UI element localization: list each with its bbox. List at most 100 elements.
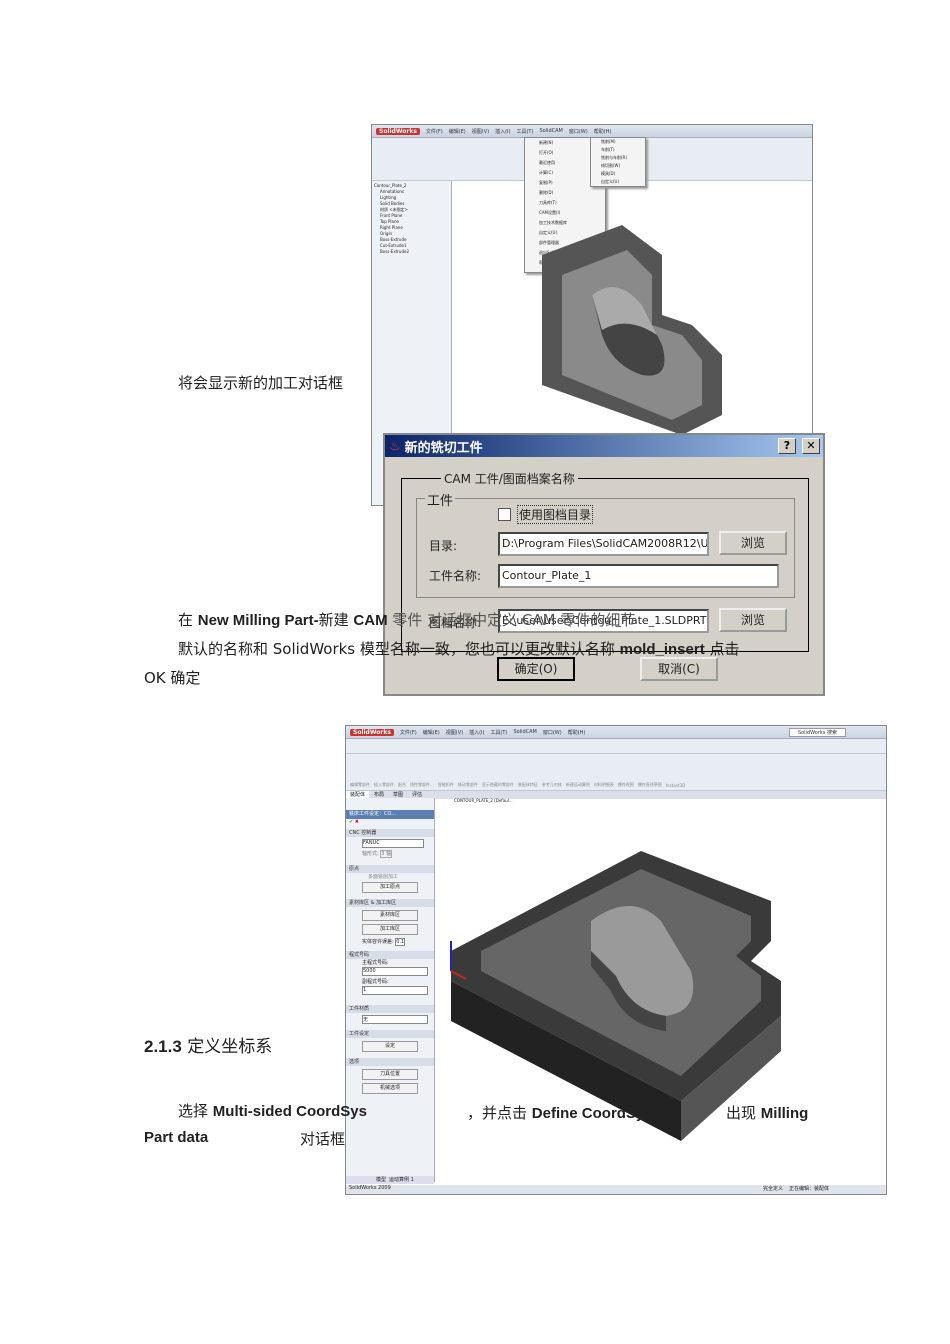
menu-item[interactable]: 帮助(H) [568, 729, 586, 736]
part-name-label: 工件名称: [429, 569, 482, 583]
section-origin[interactable]: 原点 [346, 865, 434, 873]
paragraph-ok: OK 确定 [144, 669, 201, 687]
cnc-select[interactable]: FANUC [362, 839, 424, 848]
origin-button[interactable]: 加工原点 [362, 882, 418, 893]
solidcam-icon: ♨ [389, 438, 401, 454]
cancel-icon[interactable]: ✖ [355, 819, 359, 825]
tree-root[interactable]: CONTOUR_PLATE_2 (Defaul... [454, 798, 513, 803]
browse-dir-button[interactable]: 浏览 [719, 531, 787, 555]
ribbon-button[interactable]: 新建运动算例 [566, 782, 590, 788]
dialog-title: 新的铣切工件 [404, 440, 483, 456]
tool-position-button[interactable]: 刀具位置 [362, 1069, 418, 1080]
menu-item[interactable]: 窗口(W) [569, 128, 588, 135]
ribbon-button[interactable]: 配合 [398, 782, 406, 788]
tree-item[interactable]: Boss-Extrude2 [374, 249, 449, 255]
dir-label: 目录: [429, 539, 458, 553]
search-input[interactable]: SolidWorks 搜索 [788, 727, 846, 737]
ribbon-button[interactable]: 显示隐藏的零部件 [482, 782, 514, 788]
menu-item[interactable]: 视图(V) [446, 729, 463, 736]
section-cnc[interactable]: CNC 控制器 [346, 829, 434, 837]
tolerance-input[interactable]: 0.1 [395, 938, 406, 946]
text: 点击 [704, 640, 740, 658]
browse-model-button[interactable]: 浏览 [719, 608, 787, 632]
section-fixture[interactable]: 工件材质 [346, 1005, 434, 1013]
menu-item[interactable]: 插入(I) [495, 128, 510, 135]
ribbon-button[interactable]: 线性零部件... [410, 782, 434, 788]
menu-item[interactable]: 插入(I) [469, 729, 484, 736]
confirm-icon[interactable]: ✔ ✖ [346, 819, 434, 829]
app-logo: SolidWorks [376, 127, 420, 135]
section-options[interactable]: 选项 [346, 1058, 434, 1066]
cancel-button[interactable]: 取消(C) [640, 657, 718, 681]
new-submenu: 铣削(M) 车削(T) 铣削与车削(R) 线切割(W) 模具(D) 自定义(U) [590, 137, 646, 187]
ribbon-button[interactable]: 材料明细表 [594, 782, 614, 788]
tolerance-row: 实体容许误差: 0.1 [346, 938, 434, 946]
part-name-input[interactable]: Contour_Plate_1 [498, 564, 779, 588]
paragraph-dialog-word: 对话框 [300, 1130, 346, 1148]
main-prog-input[interactable]: 5000 [362, 967, 428, 976]
ribbon-button[interactable]: 移动零部件 [458, 782, 478, 788]
menu-option[interactable]: 自定义(U) [601, 178, 645, 186]
section-heading: 2.1.3 定义坐标系 [144, 1032, 272, 1057]
help-button[interactable]: ? [778, 438, 796, 454]
ribbon-button[interactable]: Instant3D [666, 783, 686, 788]
ribbon-button[interactable]: 智能扣件 [438, 782, 454, 788]
menu-option[interactable]: 铣削(M) [601, 138, 645, 146]
menu-option[interactable]: 刀具库(T) [539, 198, 605, 208]
menu-item[interactable]: 工具(T) [516, 128, 533, 135]
section-program[interactable]: 程式号码 [346, 951, 434, 959]
section-stock[interactable]: 素材库区 & 加工库区 [346, 899, 434, 907]
menu-option[interactable]: 铣削与车削(R) [601, 154, 645, 162]
menu-option[interactable]: 删除(D) [539, 188, 605, 198]
status-defined: 完全定义 [762, 1186, 783, 1192]
text: 零件 对话框中定义 CAM 零件的细节 [387, 611, 636, 629]
use-dir-checkbox[interactable] [498, 508, 511, 521]
text: mold_insert [619, 641, 705, 658]
menu-option[interactable]: 车削(T) [601, 146, 645, 154]
setup-button[interactable]: 设定 [362, 1041, 418, 1052]
multi-origin-checkbox[interactable]: 多面铣削加工 [346, 873, 434, 880]
text: Part data [144, 1129, 209, 1146]
text: Define CoordSys [531, 1105, 653, 1122]
cam-part-group-label: CAM 工件/图面档案名称 [441, 470, 578, 487]
menu-item[interactable]: SolidCAM [539, 128, 562, 134]
toolbar [346, 739, 886, 754]
menu-item[interactable]: 工具(T) [490, 729, 507, 736]
close-button[interactable]: ✕ [802, 438, 820, 454]
ribbon-button[interactable]: 编辑零部件 [350, 782, 370, 788]
heading-number: 2.1.3 [144, 1037, 182, 1056]
menu-item[interactable]: 文件(F) [426, 128, 443, 135]
ribbon-button[interactable]: 爆炸视图 [618, 782, 634, 788]
menu-option[interactable]: 线切割(W) [601, 162, 645, 170]
menu-item[interactable]: 帮助(H) [594, 128, 612, 135]
stock-button[interactable]: 素材库区 [362, 910, 418, 921]
ribbon: 编辑零部件 插入零部件 配合 线性零部件... 智能扣件 移动零部件 显示隐藏的… [346, 754, 886, 791]
panel-title: 铣床工件设定：CO... [346, 810, 434, 819]
menu-item[interactable]: 视图(V) [472, 128, 489, 135]
ribbon-button[interactable]: 参考几何体 [542, 782, 562, 788]
fixture-select[interactable]: 无 [362, 1015, 428, 1024]
machine-options-button[interactable]: 机械选项 [362, 1083, 418, 1094]
caption-new-dialog: 将会显示新的加工对话框 [178, 374, 344, 392]
ribbon-button[interactable]: 插入零部件 [374, 782, 394, 788]
menu-option[interactable]: 模具(D) [601, 170, 645, 178]
menu-item[interactable]: 编辑(E) [423, 729, 440, 736]
tab-motion-study[interactable]: 运动算例 1 [389, 1176, 414, 1184]
menu-item[interactable]: SolidCAM [513, 729, 536, 735]
text: 在 [178, 611, 198, 629]
dir-input[interactable]: D:\Program Files\SolidCAM2008R12\USE [498, 532, 709, 556]
bottom-tabs: 模型 运动算例 1 [346, 1176, 434, 1184]
ok-button[interactable]: 确定(O) [497, 657, 575, 681]
sub-prog-input[interactable]: 1 [362, 986, 428, 995]
tab-model[interactable]: 模型 [376, 1176, 386, 1184]
paragraph-milling: 出现 Milling [726, 1102, 808, 1123]
menu-item[interactable]: 编辑(E) [449, 128, 466, 135]
ribbon-button[interactable]: 装配体特征 [518, 782, 538, 788]
section-setup[interactable]: 工件设定 [346, 1030, 434, 1038]
axis-select[interactable]: 3 轴 [380, 850, 393, 858]
target-button[interactable]: 加工库区 [362, 924, 418, 935]
menu-item[interactable]: 窗口(W) [543, 729, 562, 736]
ribbon-button[interactable]: 爆炸直线草图 [638, 782, 662, 788]
document-page: SolidWorks 文件(F) 编辑(E) 视图(V) 插入(I) 工具(T)… [0, 0, 950, 1344]
menu-item[interactable]: 文件(F) [400, 729, 417, 736]
